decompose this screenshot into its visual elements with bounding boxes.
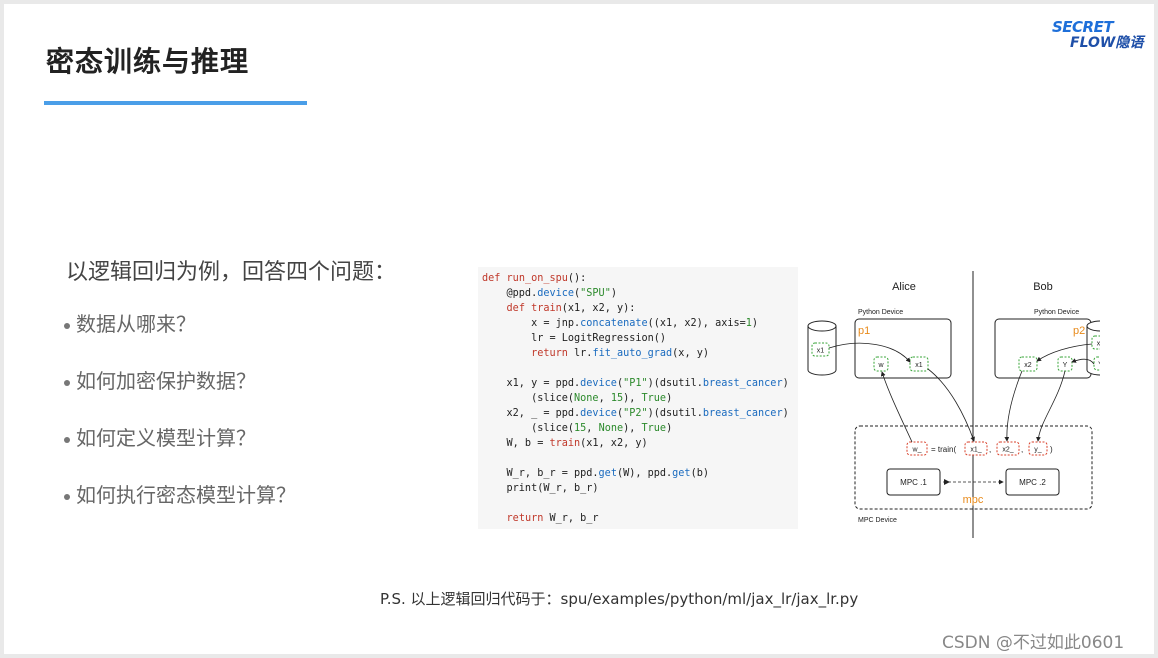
train-expression: = train( [931, 445, 956, 454]
question-item: 如何执行密态模型计算？ [64, 483, 296, 540]
code-line: x2, _ = ppd.device("P2")(dsutil.breast_c… [482, 408, 789, 419]
svg-text:x2: x2 [1097, 341, 1100, 348]
p2-label: p2 [1073, 325, 1085, 337]
svg-text:,: , [989, 445, 991, 454]
mpc-label: mpc [963, 494, 984, 506]
code-line: x = jnp.concatenate((x1, x2), axis=1) [482, 318, 759, 329]
bullet-dot-icon [64, 436, 70, 443]
svg-text:Y: Y [1098, 362, 1100, 369]
svg-text:w: w [877, 362, 884, 369]
code-line: (slice(15, None), True) [482, 423, 673, 434]
code-line: def train(x1, x2, y): [506, 303, 636, 314]
code-line: return W_r, b_r [506, 513, 599, 524]
code-line: lr = LogitRegression() [482, 333, 667, 344]
svg-text:Y: Y [1063, 362, 1068, 369]
slide: 密态训练与推理 SECRET FLOW隐语 以逻辑回归为例，回答四个问题： 数据… [4, 4, 1154, 654]
question-item: 如何加密保护数据？ [64, 369, 296, 426]
svg-text:x2: x2 [1024, 362, 1032, 369]
python-device-left-label: Python Device [858, 309, 903, 316]
bob-label: Bob [1033, 281, 1053, 293]
svg-text:x2_: x2_ [1002, 447, 1013, 454]
svg-text:): ) [1050, 445, 1053, 454]
code-line: @ppd.device("SPU") [482, 288, 617, 299]
svg-text:,: , [1021, 445, 1023, 454]
page-title: 密态训练与推理 [46, 45, 250, 78]
python-device-right-label: Python Device [1034, 309, 1079, 316]
svg-text:x1: x1 [915, 362, 923, 369]
secretflow-logo: SECRET FLOW隐语 [1050, 18, 1150, 51]
code-line: (slice(None, 15), True) [482, 393, 673, 404]
question-list: 数据从哪来？ 如何加密保护数据？ 如何定义模型计算？ 如何执行密态模型计算？ [64, 312, 296, 540]
code-line: return lr.fit_auto_grad(x, y) [531, 348, 709, 359]
svg-text:y_: y_ [1034, 447, 1042, 454]
code-line: x1, y = ppd.device("P1")(dsutil.breast_c… [482, 378, 789, 389]
alice-label: Alice [892, 281, 916, 293]
mpc-device-label: MPC Device [858, 517, 897, 524]
svg-text:MPC .2: MPC .2 [1019, 478, 1046, 487]
p1-label: p1 [858, 325, 870, 337]
code-line: print(W_r, b_r) [482, 483, 599, 494]
question-item: 如何定义模型计算？ [64, 426, 296, 483]
logo-line2: FLOW隐语 [1070, 35, 1144, 51]
code-line: def run_on_spu(): [482, 273, 587, 284]
intro-text: 以逻辑回归为例，回答四个问题： [66, 260, 397, 285]
architecture-diagram: Alice Bob Python Device Python Device p1… [807, 271, 1100, 538]
title-underline [44, 101, 307, 105]
ps-note: P.S. 以上逻辑回归代码于：spu/examples/python/ml/ja… [380, 590, 859, 608]
svg-text:w_: w_ [912, 447, 922, 454]
bullet-dot-icon [64, 379, 70, 386]
svg-text:MPC .1: MPC .1 [900, 478, 927, 487]
bullet-dot-icon [64, 493, 70, 500]
watermark: CSDN @不过如此0601 [942, 633, 1125, 653]
code-line: W, b = train(x1, x2, y) [482, 438, 648, 449]
code-line: W_r, b_r = ppd.get(W), ppd.get(b) [482, 468, 709, 479]
svg-text:x1: x1 [817, 348, 825, 355]
bullet-dot-icon [64, 322, 70, 329]
code-block: def run_on_spu(): @ppd.device("SPU") def… [478, 267, 798, 529]
svg-text:x1_: x1_ [970, 447, 981, 454]
question-item: 数据从哪来？ [64, 312, 296, 369]
